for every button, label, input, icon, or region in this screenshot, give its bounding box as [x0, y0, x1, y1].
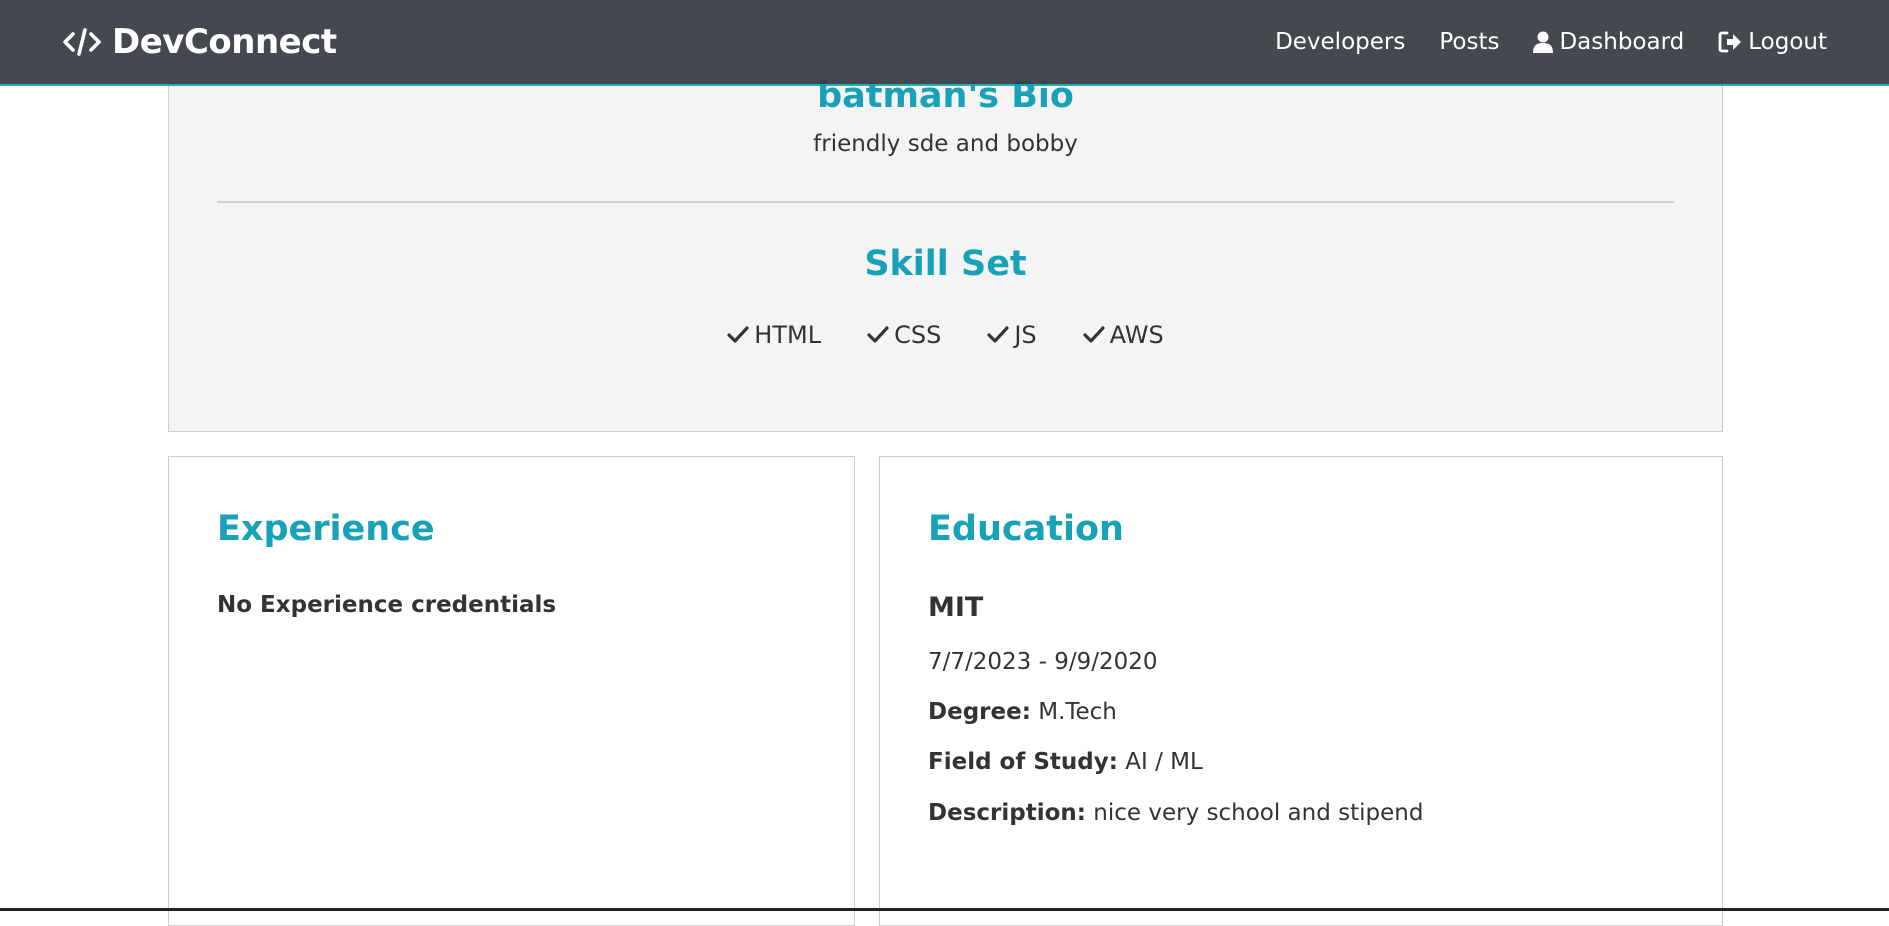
skill-item: JS	[987, 321, 1037, 349]
user-icon	[1533, 31, 1554, 53]
education-field: Field of Study: AI / ML	[928, 749, 1203, 775]
bio-card: batman's Bio friendly sde and bobby Skil…	[168, 70, 1723, 432]
nav-dashboard-label: Dashboard	[1559, 29, 1685, 55]
degree-label: Degree:	[928, 699, 1031, 725]
education-title: Education	[928, 509, 1124, 549]
skill-label: HTML	[754, 321, 822, 349]
degree-value: M.Tech	[1038, 699, 1117, 725]
nav-posts-label: Posts	[1439, 29, 1500, 55]
skill-item: HTML	[727, 321, 821, 349]
no-experience-message: No Experience credentials	[217, 592, 557, 618]
check-icon	[987, 325, 1009, 345]
check-icon	[1083, 325, 1105, 345]
check-icon	[867, 325, 889, 345]
check-icon	[727, 325, 749, 345]
nav-posts-link[interactable]: Posts	[1439, 29, 1499, 55]
skill-item: CSS	[867, 321, 941, 349]
skill-label: JS	[1014, 321, 1037, 349]
education-card: Education MIT 7/7/2023 - 9/9/2020 Degree…	[879, 456, 1723, 926]
brand-name: DevConnect	[112, 22, 337, 62]
skills-list: HTML CSS JS AWS	[169, 321, 1722, 349]
skill-label: CSS	[894, 321, 942, 349]
sign-out-icon	[1718, 31, 1742, 53]
bio-divider	[217, 201, 1674, 203]
nav-developers-label: Developers	[1275, 29, 1406, 55]
skills-title: Skill Set	[864, 244, 1027, 284]
education-description: Description: nice very school and stipen…	[928, 800, 1423, 826]
experience-title: Experience	[217, 509, 435, 549]
skill-label: AWS	[1109, 321, 1164, 349]
experience-card: Experience No Experience credentials	[168, 456, 855, 926]
education-degree: Degree: M.Tech	[928, 699, 1117, 725]
skill-item: AWS	[1083, 321, 1164, 349]
description-value: nice very school and stipend	[1093, 800, 1424, 826]
nav-logout-label: Logout	[1748, 29, 1827, 55]
bio-text: friendly sde and bobby	[813, 131, 1078, 157]
nav-dashboard-link[interactable]: Dashboard	[1533, 29, 1684, 55]
description-label: Description:	[928, 800, 1086, 826]
code-icon	[62, 26, 102, 58]
nav-links: Developers Posts Dashboard Logout	[1275, 29, 1827, 55]
education-dates: 7/7/2023 - 9/9/2020	[928, 649, 1158, 675]
navbar: DevConnect Developers Posts Dashboard Lo…	[0, 0, 1889, 86]
field-value: AI / ML	[1125, 749, 1203, 775]
brand-link[interactable]: DevConnect	[62, 22, 337, 62]
field-label: Field of Study:	[928, 749, 1118, 775]
nav-developers-link[interactable]: Developers	[1275, 29, 1405, 55]
nav-logout-link[interactable]: Logout	[1718, 29, 1827, 55]
school-name: MIT	[928, 592, 984, 623]
